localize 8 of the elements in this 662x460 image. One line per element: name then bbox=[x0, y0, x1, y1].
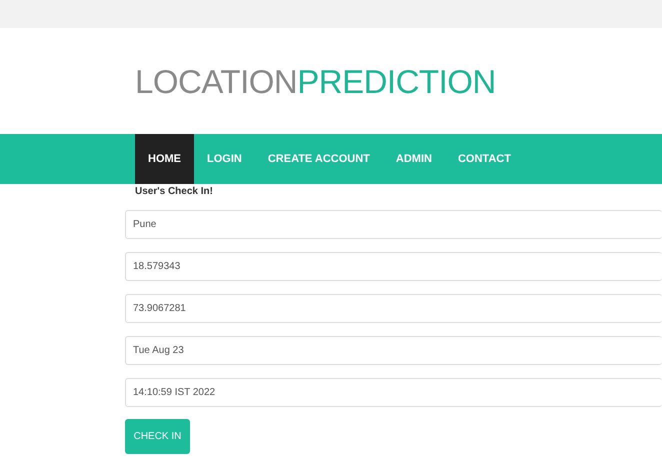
input-field[interactable]: Tue Aug 23 bbox=[125, 336, 662, 365]
form-heading: User's Check In! bbox=[135, 186, 214, 199]
input-field[interactable]: Pune bbox=[125, 210, 662, 239]
input-field[interactable]: 14:10:59 IST 2022 bbox=[125, 378, 662, 407]
input-field[interactable]: 73.9067281 bbox=[125, 294, 662, 323]
input-field[interactable]: 18.579343 bbox=[125, 252, 662, 281]
nav-tab[interactable]: HOME bbox=[135, 134, 194, 184]
logo: LOCATIONPREDICTION bbox=[134, 62, 497, 102]
